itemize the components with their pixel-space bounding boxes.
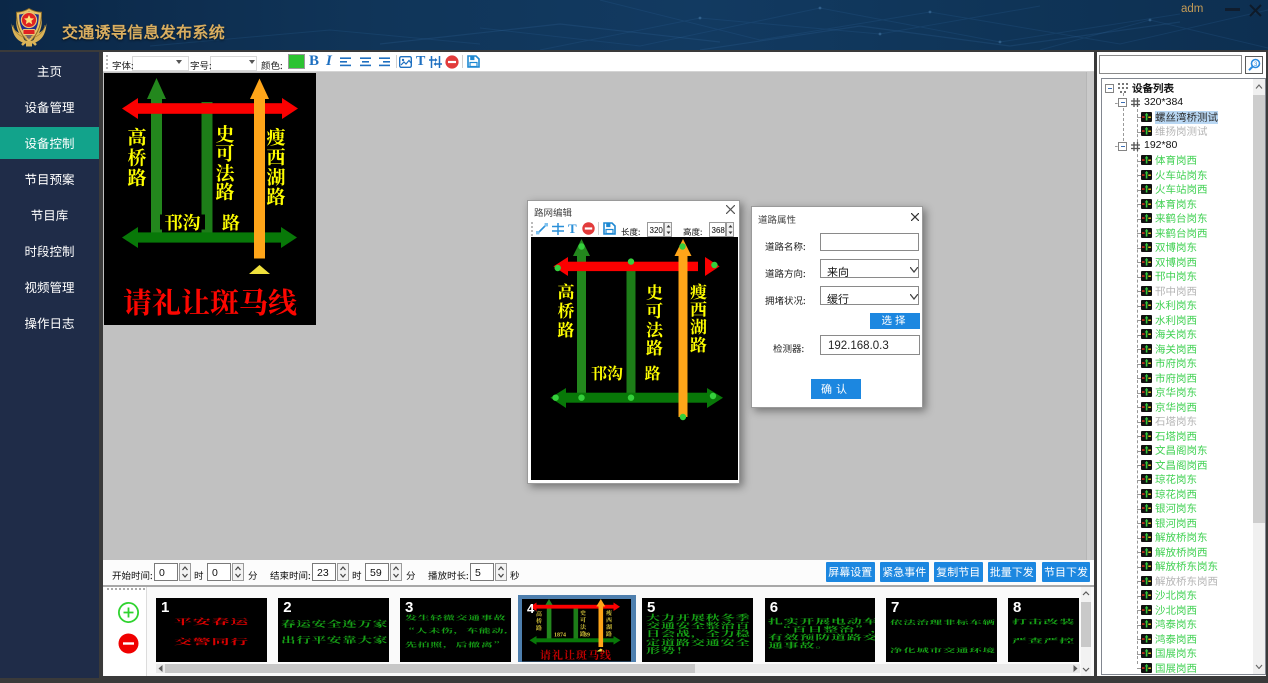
svg-text:39: 39: [584, 630, 590, 639]
svg-text:1874: 1874: [554, 630, 566, 639]
svg-text:路: 路: [222, 209, 240, 235]
svg-text:路: 路: [646, 334, 663, 359]
svg-text:路: 路: [606, 629, 612, 638]
svg-text:路: 路: [215, 178, 234, 205]
svg-text:邗沟: 邗沟: [165, 209, 201, 235]
svg-text:路: 路: [536, 623, 542, 632]
svg-text:路: 路: [644, 361, 660, 384]
svg-text:路: 路: [266, 183, 285, 210]
svg-text:路: 路: [557, 316, 574, 341]
svg-text:路: 路: [127, 164, 146, 191]
svg-text:路: 路: [690, 331, 707, 356]
svg-text:请礼让斑马线: 请礼让斑马线: [540, 647, 612, 662]
svg-text:4: 4: [527, 601, 535, 616]
svg-text:邗沟: 邗沟: [590, 361, 622, 384]
svg-text:请礼让斑马线: 请礼让斑马线: [123, 281, 297, 322]
